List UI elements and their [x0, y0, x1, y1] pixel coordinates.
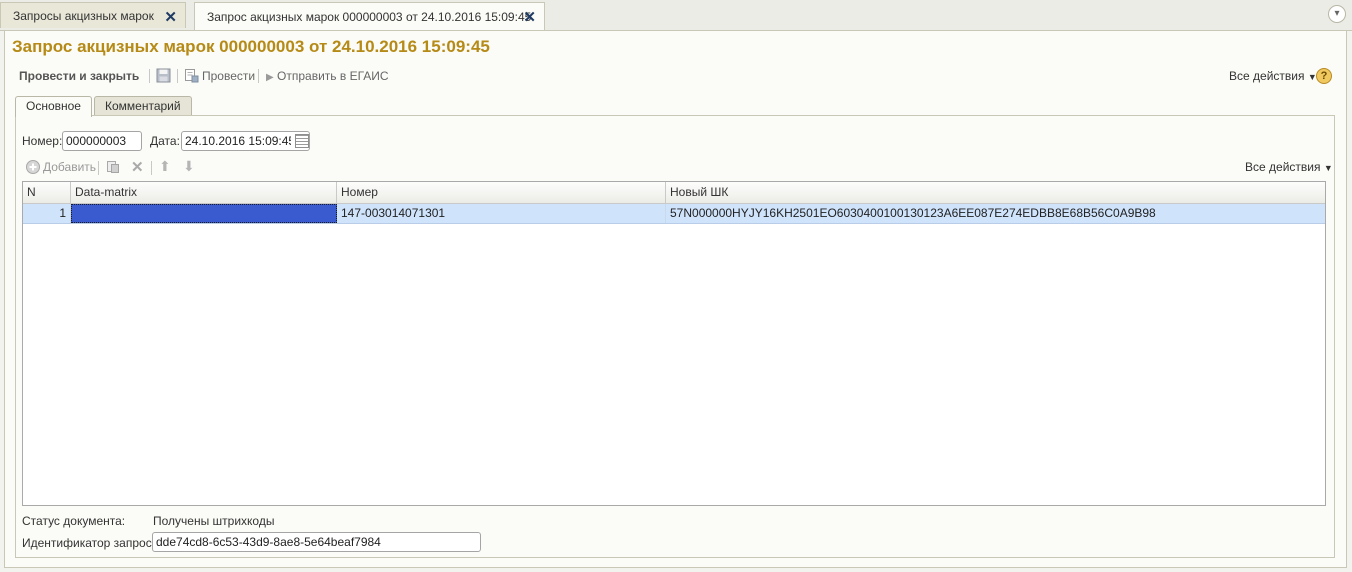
- copy-icon: [107, 161, 119, 173]
- column-header-new-barcode[interactable]: Новый ШК: [666, 182, 1325, 203]
- plus-circle-icon: [26, 160, 40, 174]
- column-header-number[interactable]: Номер: [337, 182, 666, 203]
- request-id-label: Идентификатор запроса:: [22, 536, 162, 550]
- column-header-data-matrix[interactable]: Data-matrix: [71, 182, 337, 203]
- arrow-down-icon[interactable]: ⬇: [183, 158, 195, 175]
- close-icon[interactable]: ✕: [523, 8, 536, 26]
- chevron-down-icon[interactable]: ▾: [1328, 5, 1346, 23]
- toolbar-separator: [98, 161, 99, 175]
- toolbar-separator: [177, 69, 178, 83]
- date-field[interactable]: [181, 131, 310, 151]
- page-title: Запрос акцизных марок 000000003 от 24.10…: [12, 37, 490, 56]
- status-label: Статус документа:: [22, 514, 126, 528]
- toolbar-separator: [151, 161, 152, 175]
- toolbar-separator: [149, 69, 150, 83]
- save-button[interactable]: [156, 68, 171, 83]
- tab-comment[interactable]: Комментарий: [94, 96, 192, 116]
- all-actions-label: Все действия: [1245, 160, 1321, 174]
- cell-new-barcode[interactable]: 57N000000HYJY16KH2501EO6030400100130123A…: [666, 204, 1325, 223]
- number-field[interactable]: [62, 131, 142, 151]
- all-actions-label: Все действия: [1229, 69, 1305, 83]
- add-button-label[interactable]: Добавить: [43, 160, 96, 174]
- send-to-egais-label: Отправить в ЕГАИС: [277, 69, 389, 83]
- floppy-disk-icon: [156, 68, 171, 83]
- cell-n: 1: [23, 204, 71, 223]
- tab-main[interactable]: Основное: [15, 96, 92, 117]
- arrow-up-icon[interactable]: ⬆: [159, 158, 171, 175]
- copy-button[interactable]: [106, 160, 120, 174]
- table-header: N Data-matrix Номер Новый ШК: [23, 182, 1325, 204]
- tab-excise-request-document[interactable]: Запрос акцизных марок 000000003 от 24.10…: [194, 2, 545, 31]
- cell-number[interactable]: 147-003014071301: [337, 204, 666, 223]
- toolbar-separator: [258, 69, 259, 83]
- barcodes-table: N Data-matrix Номер Новый ШК 1 147-00301…: [22, 181, 1326, 506]
- chevron-down-icon: ▼: [1323, 163, 1333, 173]
- add-button[interactable]: [25, 159, 41, 175]
- x-icon[interactable]: ✕: [131, 158, 144, 176]
- date-label: Дата:: [150, 134, 180, 148]
- close-icon[interactable]: ✕: [164, 8, 177, 26]
- tab-label: Запросы акцизных марок: [13, 8, 154, 23]
- post-and-close-button[interactable]: Провести и закрыть: [19, 68, 139, 84]
- tab-excise-requests-list[interactable]: Запросы акцизных марок ✕: [0, 2, 186, 28]
- post-document-icon: [184, 68, 199, 83]
- cell-data-matrix[interactable]: [71, 204, 337, 223]
- play-icon: ▶: [266, 72, 274, 83]
- request-id-field[interactable]: [152, 532, 481, 552]
- calendar-icon[interactable]: [295, 134, 309, 148]
- status-value: Получены штрихкоды: [153, 514, 275, 528]
- all-actions-menu[interactable]: Все действия ▼: [1229, 68, 1317, 84]
- column-header-n[interactable]: N: [23, 182, 71, 203]
- help-icon[interactable]: ?: [1316, 68, 1332, 84]
- tab-label: Запрос акцизных марок 000000003 от 24.10…: [207, 10, 532, 24]
- number-label: Номер:: [22, 134, 63, 148]
- send-to-egais-button[interactable]: ▶ Отправить в ЕГАИС: [266, 68, 389, 84]
- table-row[interactable]: 1 147-003014071301 57N000000HYJY16KH2501…: [23, 204, 1325, 224]
- post-button[interactable]: Провести: [202, 68, 255, 84]
- table-all-actions-menu[interactable]: Все действия ▼: [1245, 160, 1333, 175]
